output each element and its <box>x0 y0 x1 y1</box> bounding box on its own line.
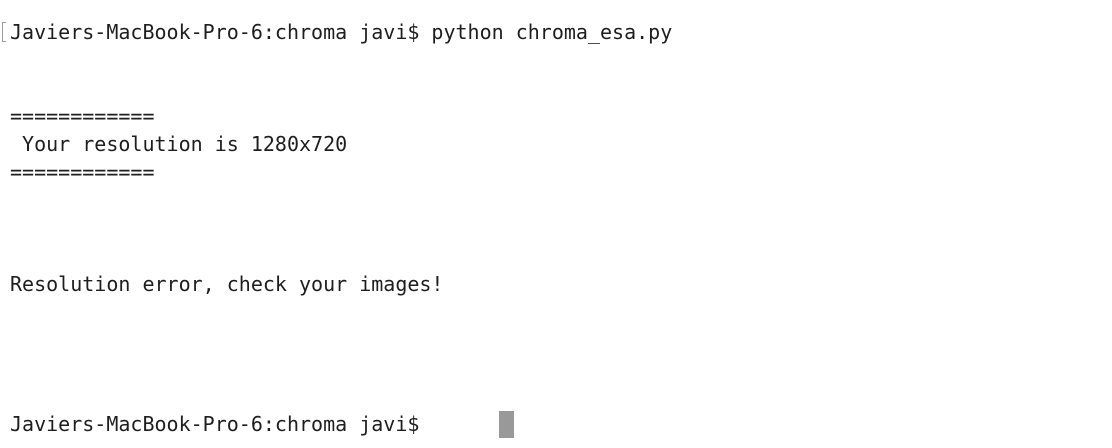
separator-top: ============ <box>10 104 155 128</box>
error-message: Resolution error, check your images! <box>10 272 444 296</box>
command-line: Javiers-MacBook-Pro-6:chroma javi$ pytho… <box>10 20 673 44</box>
resolution-message: Your resolution is 1280x720 <box>10 132 348 156</box>
mark-bracket <box>2 22 6 42</box>
current-prompt: Javiers-MacBook-Pro-6:chroma javi$ <box>10 412 420 436</box>
separator-bottom: ============ <box>10 160 155 184</box>
text-cursor <box>499 411 514 438</box>
terminal-window[interactable]: Javiers-MacBook-Pro-6:chroma javi$ pytho… <box>0 0 1112 448</box>
